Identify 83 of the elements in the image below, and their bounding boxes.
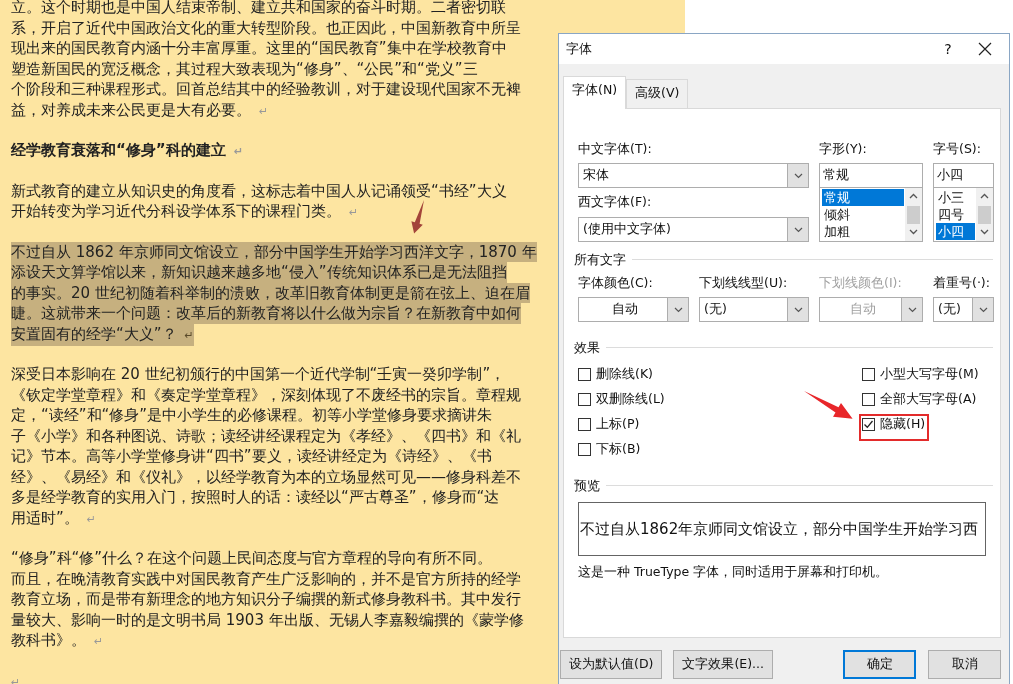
checkbox[interactable] — [578, 368, 591, 381]
color-dropdown[interactable]: 自动 — [578, 297, 689, 322]
caret-icon — [673, 306, 683, 313]
dialog-button[interactable]: 文字效果(E)... — [673, 650, 773, 679]
text-line: 益，对养成未来公民更是大有必要。 ↵ — [11, 99, 269, 121]
style-dropdown[interactable]: (无) — [933, 297, 994, 322]
tab[interactable]: 字体(N) — [563, 76, 627, 109]
text-line: 用适时”。 ↵ — [11, 507, 96, 529]
field-label: 下划线颜色(I): — [819, 275, 903, 292]
input-field[interactable]: 常规 — [819, 163, 923, 188]
checkbox-label[interactable]: 删除线(K) — [596, 366, 653, 383]
checkbox-label[interactable]: 全部大写字母(A) — [880, 391, 977, 408]
checkbox-label[interactable]: 下标(B) — [596, 441, 641, 458]
font-dropdown[interactable]: (使用中文字体) — [578, 217, 809, 242]
dialog-title: 字体 — [566, 40, 593, 58]
tab[interactable]: 高级(V) — [626, 79, 689, 108]
list-item[interactable]: 四号 — [936, 206, 975, 223]
field-label: 西文字体(F): — [578, 194, 653, 211]
text-line: 系，开启了近代中国政治文化的重大转型阶段。也正因此，中国新教育中所呈 — [11, 17, 521, 38]
caret-icon — [793, 306, 803, 313]
text-line: 塑造新国民的宽泛概念，其过程大致表现为“修身”、“公民”和“党义”三 — [11, 58, 478, 79]
dialog-button[interactable]: 设为默认值(D) — [560, 650, 663, 679]
scrollbar[interactable] — [976, 188, 993, 241]
checkbox[interactable] — [578, 418, 591, 431]
section-title: 预览 — [574, 478, 600, 493]
checkbox-label[interactable]: 双删除线(L) — [596, 391, 665, 408]
section-title: 所有文字 — [574, 252, 626, 267]
font-note: 这是一种 TrueType 字体，同时适用于屏幕和打印机。 — [578, 564, 890, 581]
text-line: 现出来的国民教育内涵十分丰富厚重。这里的“国民教育”集中在学校教育中 — [11, 38, 507, 59]
list-item[interactable]: 小三 — [936, 189, 975, 206]
style-dropdown[interactable]: (无) — [699, 297, 809, 322]
annotation-arrow — [410, 198, 425, 235]
scrollbar[interactable] — [905, 188, 922, 241]
section-heading: 经学教育衰落和“修身”科的建立 ↵ — [11, 140, 243, 161]
checkbox[interactable] — [862, 418, 875, 431]
text-line: 教科书》。 ↵ — [11, 630, 104, 651]
checkbox[interactable] — [578, 443, 591, 456]
annotation-arrow — [804, 391, 853, 419]
text-line: 而且，在晚清教育实践中对国民教育产生广泛影响的，并不是官方所持的经学 — [11, 568, 521, 589]
text-line: 子《小学》和各种图说、诗歌；读经讲经课程定为《孝经》、《四书》和《礼 — [11, 425, 521, 446]
field-label: 中文字体(T): — [578, 141, 653, 158]
text-line: 多是经学教育的实用入门，按照时人的话：读经以“严古尊圣”，修身而“达 — [11, 487, 500, 508]
checkbox[interactable] — [862, 368, 875, 381]
dialog-button[interactable]: 确定 — [843, 650, 916, 679]
field-label: 下划线线型(U): — [699, 275, 789, 292]
input-field[interactable]: 小四 — [933, 163, 994, 188]
text-line: 《钦定学堂章程》和《奏定学堂章程》，深刻体现了不废经书的宗旨。章程规 — [11, 384, 521, 405]
font-dropdown[interactable]: 宋体 — [578, 163, 809, 188]
text-line: 开始转变为学习近代分科设学体系下的课程门类。 ↵ — [11, 201, 359, 222]
help-button[interactable]: ? — [938, 41, 958, 57]
field-label: 字号(S): — [933, 141, 982, 158]
text-line: “修身”科“修”什么？在这个问题上民间态度与官方章程的导向有所不同。 — [11, 548, 493, 569]
list-item[interactable]: 加粗 — [822, 223, 904, 240]
caret-icon — [793, 226, 803, 233]
checkbox[interactable] — [578, 393, 591, 406]
checkbox-label[interactable]: 上标(P) — [596, 416, 640, 433]
caret-icon — [793, 172, 803, 179]
field-label: 着重号(·): — [933, 275, 991, 292]
field-label: 字体颜色(C): — [578, 275, 654, 292]
text-line: 量较大、影响一时的是文明书局 1903 年出版、无锡人李嘉毅编撰的《蒙学修 — [11, 609, 524, 630]
text-line: 新式教育的建立从知识史的角度看，这标志着中国人从记诵领受“书经”大义 — [11, 180, 507, 201]
text-line: 经》、《易经》和《仪礼》，以经学教育为本的立场显然可见——修身科差不 — [11, 466, 521, 487]
text-line: 记》节本。高等小学堂修身讲“四书”要义，读经讲经定为《诗经》、《书 — [11, 446, 492, 467]
highlight-box — [859, 414, 929, 441]
paragraph-mark: ↵ — [11, 675, 21, 684]
list-item[interactable]: 常规 — [822, 189, 904, 206]
section-title: 效果 — [574, 340, 600, 355]
list-item[interactable]: 倾斜 — [822, 206, 904, 223]
text-line: 教育立场，而是带有新理念的地方知识分子编撰的新式修身教科书。其中发行 — [11, 589, 521, 610]
checkbox-label[interactable]: 隐藏(H) — [880, 416, 926, 433]
text-line: 立。这个时期也是中国人结束帝制、建立共和国家的奋斗时期。二者密切联 — [11, 0, 506, 18]
list-item[interactable]: 小四 — [936, 223, 975, 240]
text-line: 深受日本影响在 20 世纪初颁行的中国第一个近代学制“壬寅一癸卯学制”， — [11, 364, 506, 385]
caret-icon — [978, 306, 988, 313]
preview-text: 不过自从1862年京师同文馆设立，部分中国学生开始学习西 — [578, 502, 986, 556]
field-label: 字形(Y): — [819, 141, 868, 158]
caret-icon — [907, 306, 917, 313]
close-icon[interactable] — [978, 42, 992, 56]
checkbox[interactable] — [862, 393, 875, 406]
dialog-button[interactable]: 取消 — [928, 650, 1001, 679]
text-line: 定，“读经”和“修身”是中小学生的必修课程。初等小学堂修身要求摘讲朱 — [11, 405, 493, 426]
checkbox-label[interactable]: 小型大写字母(M) — [880, 366, 979, 383]
text-line: 个阶段和三种课程形式。回首总结其中的经验教训，对于建设现代国家不无裨 — [11, 79, 521, 100]
